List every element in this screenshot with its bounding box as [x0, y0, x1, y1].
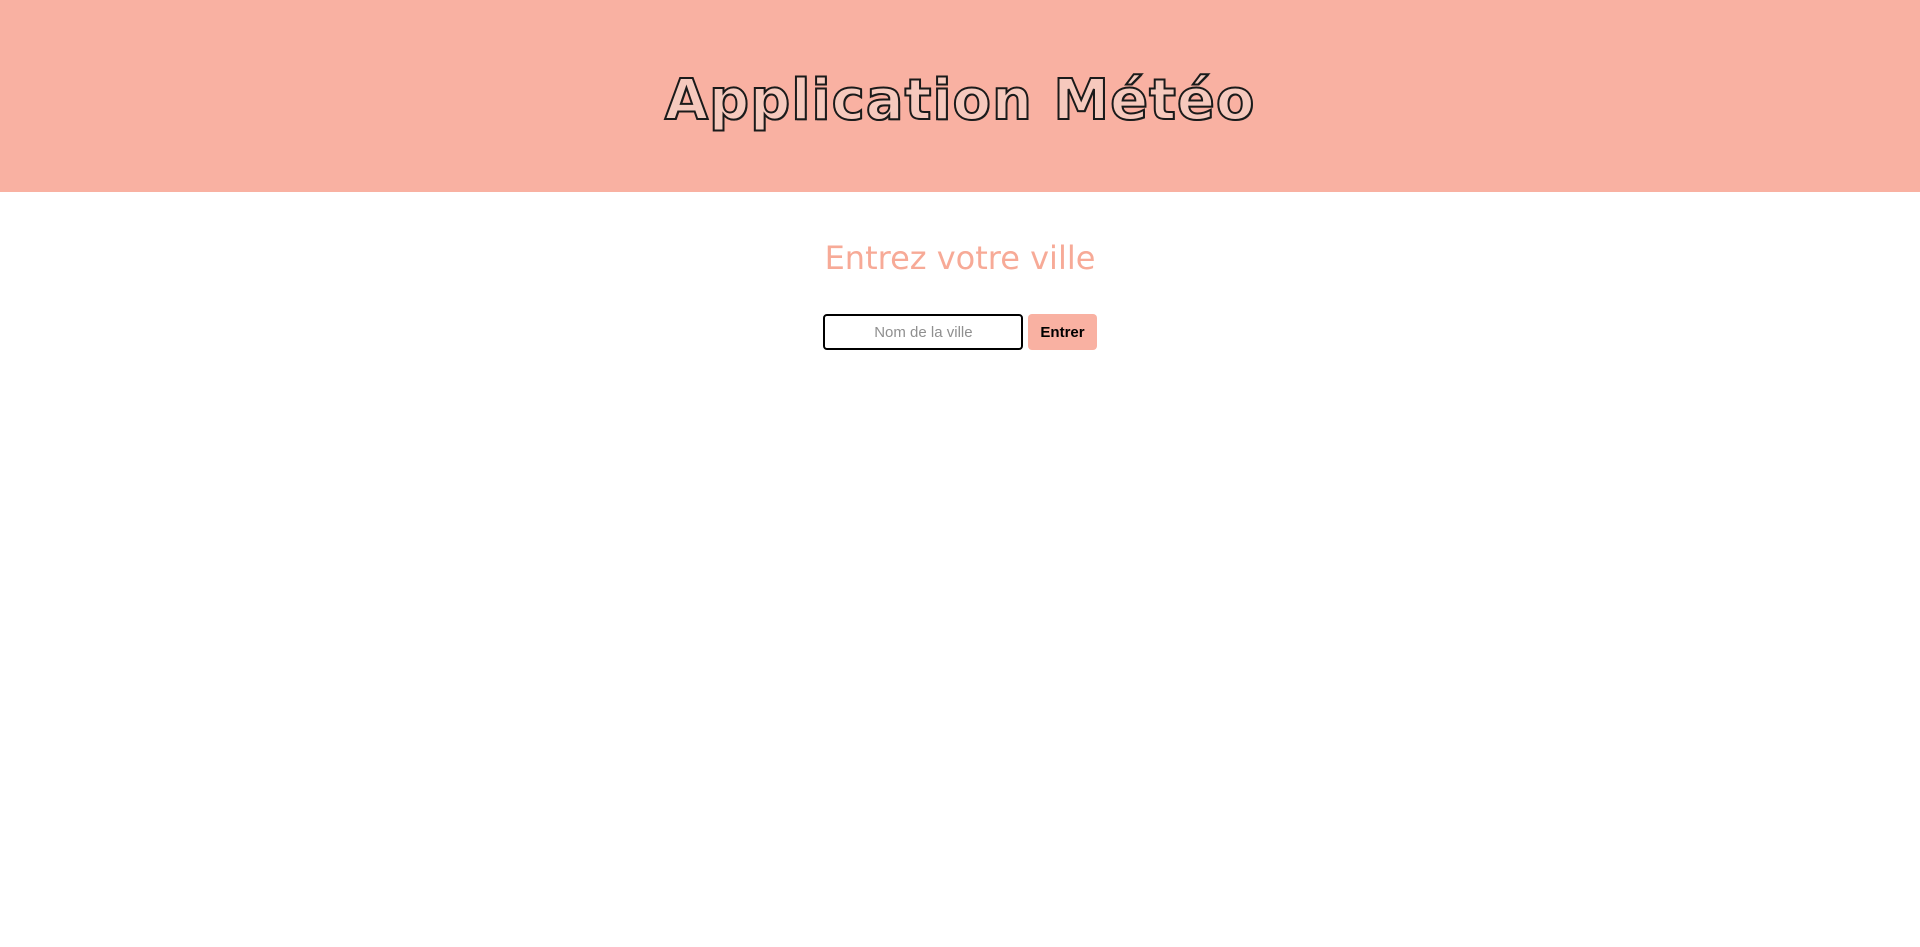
submit-button[interactable]: Entrer: [1028, 314, 1097, 350]
app-header: Application Météo: [0, 0, 1920, 192]
app-title: Application Météo: [664, 67, 1256, 134]
city-name-input[interactable]: [823, 314, 1024, 350]
main-content: Entrez votre ville Entrer: [0, 192, 1920, 350]
city-search-form: Entrer: [823, 314, 1097, 350]
city-prompt-heading: Entrez votre ville: [824, 239, 1096, 277]
